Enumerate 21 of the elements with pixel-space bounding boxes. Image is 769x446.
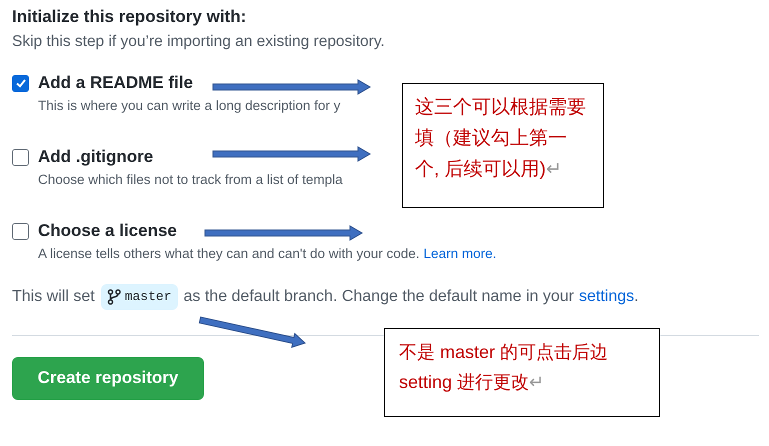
check-icon: [14, 77, 26, 89]
option-label[interactable]: Add a README file: [38, 72, 193, 94]
checkbox[interactable]: [12, 148, 29, 166]
option-label[interactable]: Choose a license: [38, 220, 177, 242]
section-heading: Initialize this repository with:: [12, 6, 248, 28]
branch-text: This will set: [12, 286, 95, 307]
option-description: Choose which files not to track from a list of templa: [38, 171, 343, 189]
learn-more-link[interactable]: Learn more.: [424, 244, 496, 264]
period-text: .: [634, 286, 639, 307]
option-description: A license tells others what they can and can't do with your code.: [38, 245, 420, 263]
branch-text: as the default branch. Change the default name in your: [184, 286, 574, 307]
annotation-text: 不是 master 的可点击后边setting 进行更改↵: [399, 341, 610, 394]
branch-icon: [106, 288, 121, 305]
checkbox[interactable]: [12, 222, 29, 240]
checkbox[interactable]: [12, 74, 29, 92]
settings-link[interactable]: settings: [578, 284, 634, 309]
option-description: This is where you can write a long description for y: [38, 97, 340, 115]
annotation-text: 这三个可以根据需要填（建议勾上第一个, 后续可以用)↵: [415, 96, 587, 182]
branch-label: master: [100, 284, 178, 310]
section-subheading: Skip this step if you’re importing an existing repository.: [12, 32, 386, 52]
option-label[interactable]: Add .gitignore: [38, 146, 154, 168]
